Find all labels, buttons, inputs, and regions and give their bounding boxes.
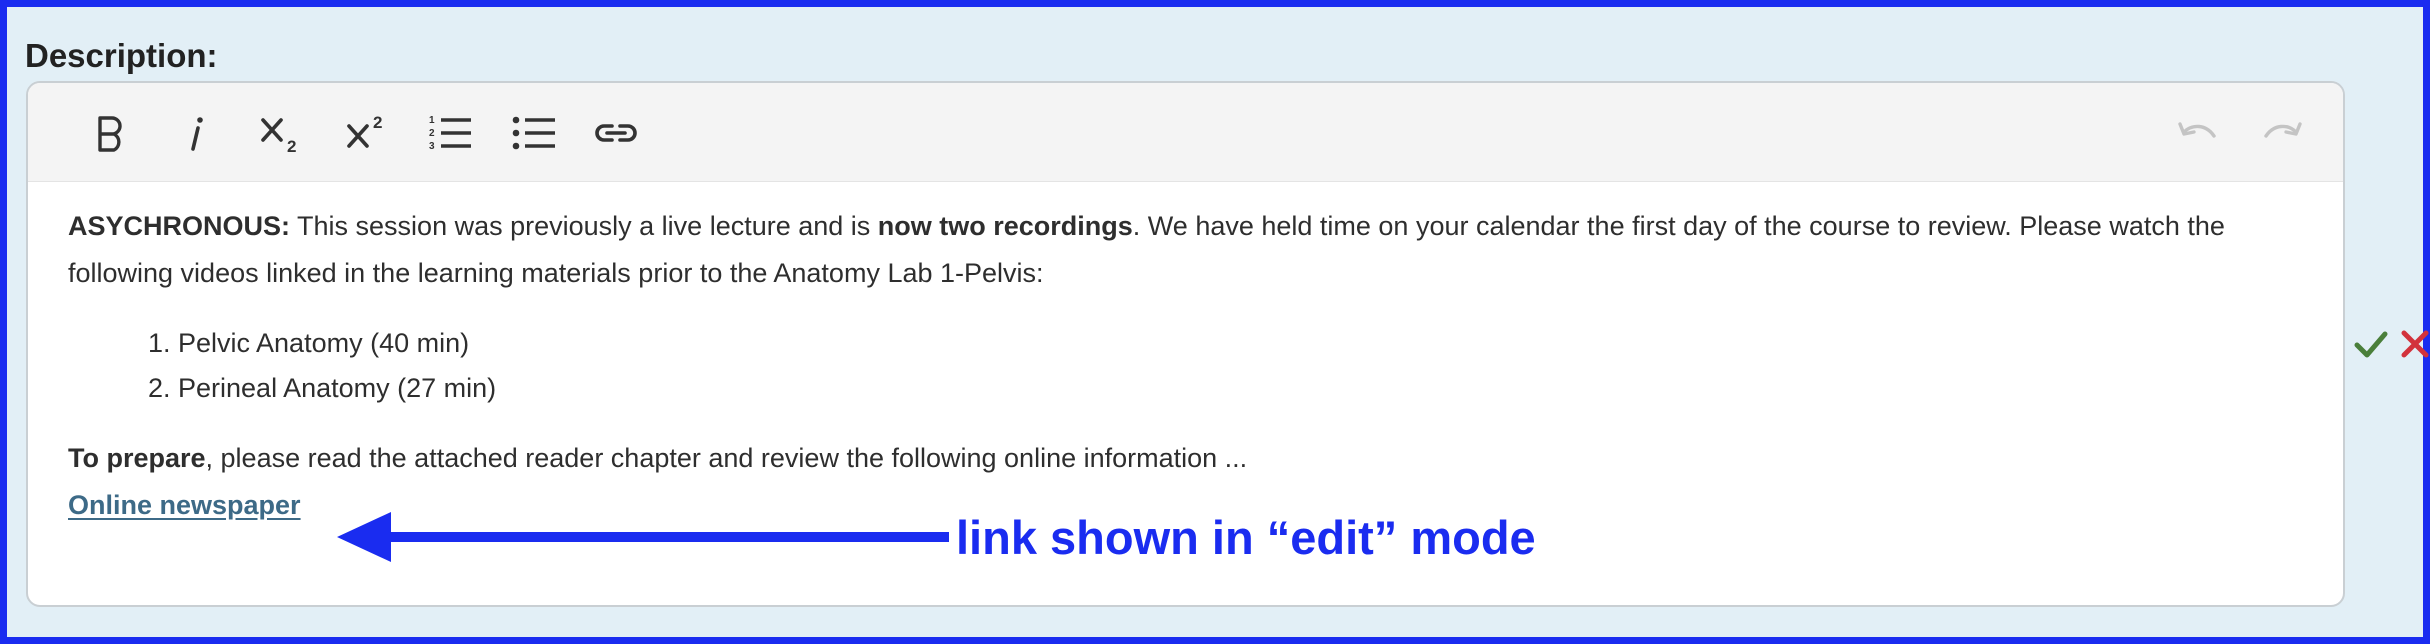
undo-button[interactable] xyxy=(2166,101,2230,165)
prepare-text: , please read the attached reader chapte… xyxy=(205,443,1248,473)
svg-text:3: 3 xyxy=(429,141,435,152)
svg-text:1: 1 xyxy=(429,115,435,126)
annotation-text: link shown in “edit” mode xyxy=(956,511,1536,564)
screenshot-frame: Description: 2 2 1 2 3 ASYCHRONOUS: This… xyxy=(0,0,2430,644)
paragraph-prepare: To prepare, please read the attached rea… xyxy=(68,435,2308,482)
description-label: Description: xyxy=(25,37,218,74)
bulleted-list-icon xyxy=(512,116,555,150)
redo-icon xyxy=(2264,122,2302,138)
close-icon xyxy=(2401,330,2429,358)
list-item: Pelvic Anatomy (40 min) xyxy=(178,321,2308,366)
superscript-button[interactable]: 2 xyxy=(336,101,400,165)
numbered-list-button[interactable]: 1 2 3 xyxy=(418,101,482,165)
svg-text:2: 2 xyxy=(287,137,296,156)
recordings-emphasis: now two recordings xyxy=(877,211,1133,241)
video-list: Pelvic Anatomy (40 min) Perineal Anatomy… xyxy=(68,321,2308,411)
editor-toolbar: 2 2 1 2 3 xyxy=(28,83,2343,182)
asynchronous-label: ASYCHRONOUS: xyxy=(68,211,291,241)
italic-icon xyxy=(191,117,203,151)
svg-text:2: 2 xyxy=(373,113,382,132)
paragraph-intro: ASYCHRONOUS: This session was previously… xyxy=(68,203,2308,297)
cancel-button[interactable] xyxy=(2396,325,2430,363)
bulleted-list-button[interactable] xyxy=(502,101,566,165)
link-button[interactable] xyxy=(584,101,648,165)
italic-button[interactable] xyxy=(164,101,228,165)
annotation-arrow xyxy=(337,512,949,562)
undo-icon xyxy=(2178,122,2216,138)
check-icon xyxy=(2354,331,2388,358)
prepare-label: To prepare xyxy=(68,443,206,473)
subscript-icon: 2 xyxy=(261,118,296,156)
list-item: Perineal Anatomy (27 min) xyxy=(178,366,2308,411)
bold-button[interactable] xyxy=(78,101,142,165)
editor-content[interactable]: ASYCHRONOUS: This session was previously… xyxy=(68,203,2308,529)
svg-text:2: 2 xyxy=(429,128,435,139)
link-icon xyxy=(595,124,637,142)
intro-text: This session was previously a live lectu… xyxy=(290,211,878,241)
bold-icon xyxy=(98,116,122,152)
subscript-button[interactable]: 2 xyxy=(250,101,314,165)
numbered-list-icon: 1 2 3 xyxy=(429,115,471,152)
superscript-icon: 2 xyxy=(347,113,382,148)
edit-actions xyxy=(2352,325,2430,363)
online-newspaper-link[interactable]: Online newspaper xyxy=(68,490,301,520)
confirm-button[interactable] xyxy=(2352,325,2390,363)
redo-button[interactable] xyxy=(2250,101,2314,165)
